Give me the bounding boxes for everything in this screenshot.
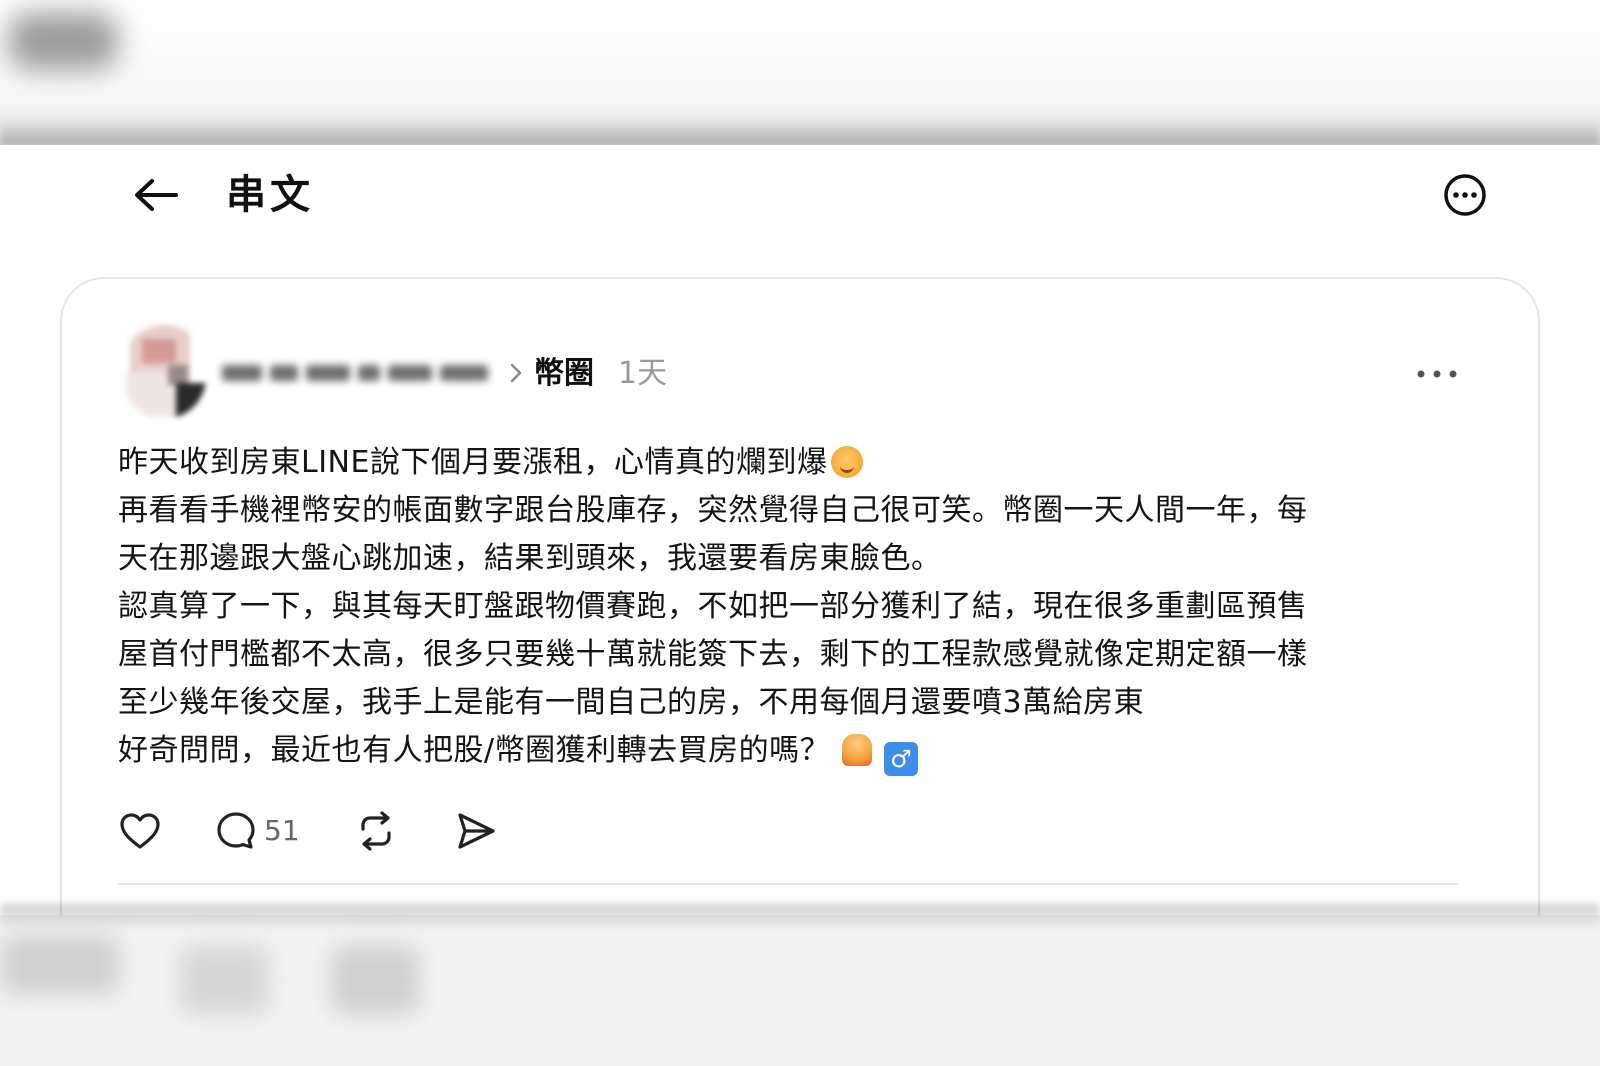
blurred-element [330,945,420,1015]
send-icon [458,813,495,849]
post-line: 認真算了一下，與其每天盯盤跟物價賽跑，不如把一部分獲利了結，現在很多重劃區預售 [118,589,1308,624]
comment-bubble-icon [217,812,255,849]
blurred-element [180,945,270,1015]
chevron-right-icon [506,361,526,385]
thread-options-button[interactable] [1442,172,1488,218]
blurred-logo [8,12,118,70]
arrow-left-icon [135,179,178,211]
more-horizontal-icon [1417,370,1457,378]
post-line: 至少幾年後交屋，我手上是能有一間自己的房，不用每個月還要噴3萬給房東 [118,685,1145,720]
top-shadow [0,118,1600,145]
bottom-shadow [0,904,1600,930]
reply-count: 51 [264,814,300,847]
heart-icon [120,813,160,849]
post-more-button[interactable] [1412,357,1462,391]
post-line: 昨天收到房東LINE說下個月要漲租，心情真的爛到爆 [118,439,1478,487]
screenshot-page: 串文 幣圈 1天 昨天收到房東LINE說下個月要漲租，心情真的爛到爆 再看看手機… [0,0,1600,1066]
repost-icon [361,811,391,851]
back-button[interactable] [130,173,180,217]
circle-ellipsis-icon [1444,174,1486,216]
male-sign-emoji: ♂ [884,742,919,776]
post-line: 好奇問問，最近也有人把股/幣圈獲利轉去買房的嗎？ ♂ [118,727,1478,776]
blurred-top-area [0,0,1600,145]
reply-button[interactable]: 51 [214,807,300,855]
blurred-username[interactable] [222,357,490,389]
page-title: 串文 [226,172,314,218]
post-line: 天在那邊跟大盤心跳加速，結果到頭來，我還要看房東臉色。 [118,541,942,576]
post-time: 1天 [618,356,668,391]
post-line: 屋首付門檻都不太高，很多只要幾十萬就能簽下去，剩下的工程款感覺就像定期定額一樣 [118,637,1308,672]
post-card: 幣圈 1天 昨天收到房東LINE說下個月要漲租，心情真的爛到爆 再看看手機裡幣安… [60,277,1540,915]
post-line: 再看看手機裡幣安的帳面數字跟台股庫存，突然覺得自己很可笑。幣圈一天人間一年，每 [118,493,1308,528]
topic-tag[interactable]: 幣圈 [534,353,594,395]
thread-sheet: 串文 幣圈 1天 昨天收到房東LINE說下個月要漲租，心情真的爛到爆 再看看手機… [0,145,1600,915]
share-button[interactable] [454,807,498,855]
divider [118,883,1458,885]
like-button[interactable] [118,807,162,855]
avatar[interactable] [122,325,206,419]
blushing-face-emoji [831,446,864,478]
post-body: 昨天收到房東LINE說下個月要漲租，心情真的爛到爆 再看看手機裡幣安的帳面數字跟… [118,439,1478,776]
blurred-element [0,935,120,995]
blurred-bottom-area [0,915,1600,1066]
post-actions: 51 [118,807,718,855]
repost-button[interactable] [354,807,398,855]
person-raising-hand-emoji [842,734,873,766]
